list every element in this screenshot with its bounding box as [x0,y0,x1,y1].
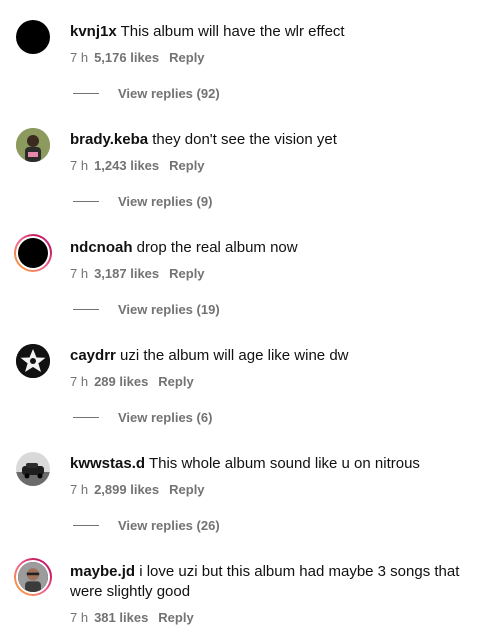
replies-divider [73,416,99,418]
replies-divider [73,92,99,94]
comment-username[interactable]: brady.keba [70,131,148,148]
comment-likes[interactable]: 3,187 likes [94,266,159,281]
replies-divider [73,308,99,310]
comment-username[interactable]: maybe.jd [70,563,135,580]
comment-text-line: maybe.jd i love uzi but this album had m… [70,562,485,602]
comment-username[interactable]: ndcnoah [70,239,133,256]
view-replies-button[interactable]: View replies (19) [73,301,220,317]
person-photo-icon [18,562,48,592]
avatar[interactable] [16,128,50,162]
comment-meta: 7 h 2,899 likes Reply [70,482,485,498]
reply-button[interactable]: Reply [158,610,193,625]
comment-text: uzi the album will age like wine dw [120,347,349,364]
comment-text: This album will have the wlr effect [120,23,345,40]
view-replies-button[interactable]: View replies (92) [73,85,220,101]
comment-meta: 7 h 381 likes Reply [70,610,485,626]
view-replies-label: View replies (6) [118,409,213,425]
avatar[interactable] [16,20,50,54]
comment-likes[interactable]: 5,176 likes [94,50,159,65]
avatar[interactable] [14,234,52,272]
comment-time: 7 h [70,50,89,65]
replies-divider [73,524,99,526]
comment-text-line: kvnj1x This album will have the wlr effe… [70,22,485,42]
replies-divider [73,200,99,202]
comment-text: they don't see the vision yet [152,131,337,148]
avatar[interactable] [14,558,52,596]
comment-time: 7 h [70,266,89,281]
reply-button[interactable]: Reply [169,158,204,173]
black-circle-icon [18,238,48,268]
comment-likes[interactable]: 1,243 likes [94,158,159,173]
view-replies-button[interactable]: View replies (9) [73,193,212,209]
comment-likes[interactable]: 381 likes [94,610,148,625]
view-replies-label: View replies (92) [118,85,220,101]
comment-meta: 7 h 3,187 likes Reply [70,266,485,282]
view-replies-label: View replies (9) [118,193,213,209]
view-replies-label: View replies (26) [118,517,220,533]
reply-button[interactable]: Reply [169,50,204,65]
view-replies-label: View replies (19) [118,301,220,317]
comment-username[interactable]: kvnj1x [70,23,117,40]
avatar[interactable] [16,452,50,486]
comment-text-line: caydrr uzi the album will age like wine … [70,346,485,366]
comment-text-line: kwwstas.d This whole album sound like u … [70,454,485,474]
view-replies-button[interactable]: View replies (6) [73,409,212,425]
comment-text: This whole album sound like u on nitrous [148,455,420,472]
comment-meta: 7 h 289 likes Reply [70,374,485,390]
comment-username[interactable]: kwwstas.d [70,455,145,472]
comment-time: 7 h [70,374,89,389]
reply-button[interactable]: Reply [158,374,193,389]
comment-meta: 7 h 1,243 likes Reply [70,158,485,174]
avatar[interactable] [16,344,50,378]
star-icon [16,344,50,378]
comment-likes[interactable]: 289 likes [94,374,148,389]
reply-button[interactable]: Reply [169,266,204,281]
reply-button[interactable]: Reply [169,482,204,497]
comment-likes[interactable]: 2,899 likes [94,482,159,497]
comment-text-line: ndcnoah drop the real album now [70,238,485,258]
person-photo-icon [16,128,50,162]
view-replies-button[interactable]: View replies (26) [73,517,220,533]
comment-text-line: brady.keba they don't see the vision yet [70,130,485,150]
car-photo-icon [16,452,50,486]
comment-meta: 7 h 5,176 likes Reply [70,50,485,66]
comment-time: 7 h [70,610,89,625]
comment-time: 7 h [70,158,89,173]
comment-username[interactable]: caydrr [70,347,116,364]
comment-text: drop the real album now [136,239,298,256]
comment-time: 7 h [70,482,89,497]
